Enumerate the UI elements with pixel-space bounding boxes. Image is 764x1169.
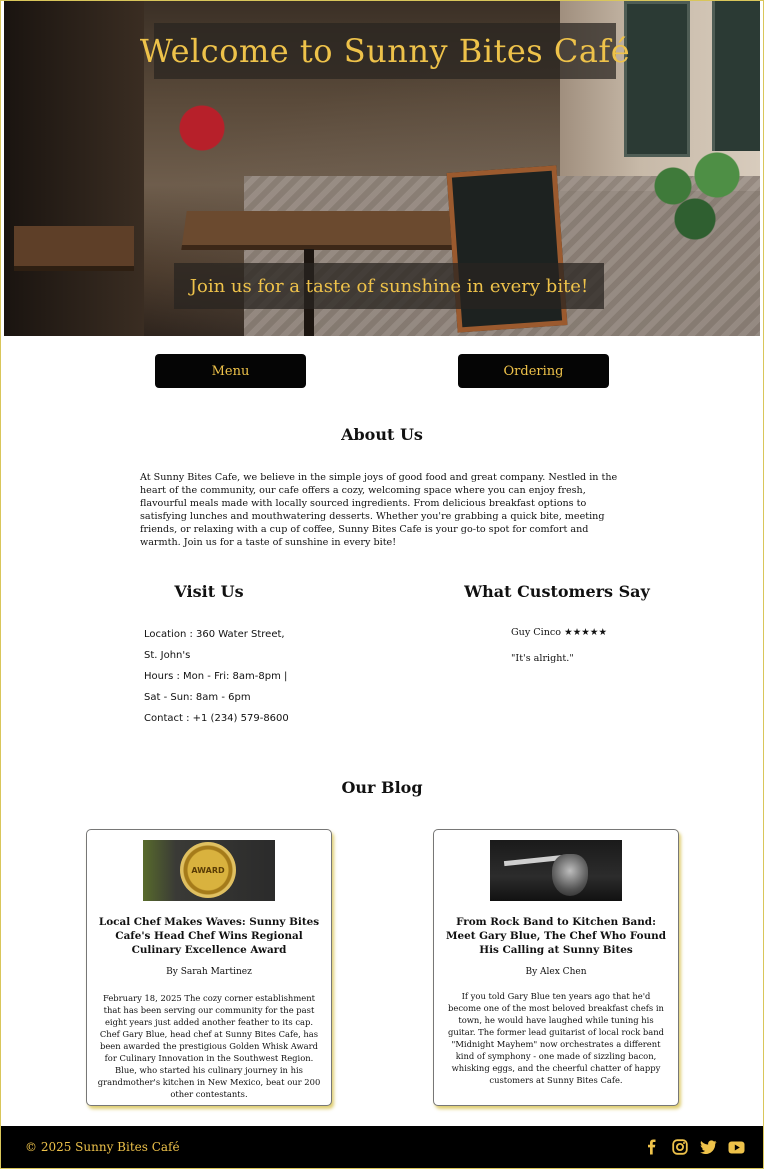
hero-title: Welcome to Sunny Bites Café bbox=[140, 23, 630, 79]
review-text: "It's alright." bbox=[511, 653, 574, 664]
blog-image-award: AWARD bbox=[143, 840, 275, 901]
hero-image-door-2 bbox=[712, 1, 760, 151]
facebook-icon[interactable] bbox=[644, 1139, 660, 1155]
blog-post-author: By Alex Chen bbox=[525, 967, 587, 977]
hero-image-building-left bbox=[4, 1, 144, 336]
contact-line: Contact : +1 (234) 579-8600 bbox=[144, 713, 289, 724]
hours-weekend: Sat - Sun: 8am - 6pm bbox=[144, 692, 251, 703]
hero-subtitle: Join us for a taste of sunshine in every… bbox=[174, 263, 604, 309]
review-author: Guy Cinco ★★★★★ bbox=[511, 627, 608, 638]
blog-image-guitarist bbox=[490, 840, 622, 901]
menu-button[interactable]: Menu bbox=[155, 354, 306, 388]
award-medal-icon: AWARD bbox=[180, 842, 236, 898]
about-title: About Us bbox=[341, 425, 423, 444]
blog-post-body: February 18, 2025 The cozy corner establ… bbox=[97, 993, 321, 1099]
copyright: © 2025 Sunny Bites Café bbox=[25, 1140, 180, 1154]
about-text: At Sunny Bites Cafe, we believe in the s… bbox=[140, 472, 618, 548]
page: Welcome to Sunny Bites Café Join us for … bbox=[0, 0, 764, 1169]
blog-card[interactable]: AWARD Local Chef Makes Waves: Sunny Bite… bbox=[86, 829, 332, 1106]
visit-details: Location : 360 Water Street, St. John's … bbox=[144, 627, 344, 732]
twitter-icon[interactable] bbox=[700, 1139, 717, 1155]
blog-post-body: If you told Gary Blue ten years ago that… bbox=[447, 991, 665, 1085]
footer: © 2025 Sunny Bites Café bbox=[1, 1126, 763, 1168]
blog-post-title[interactable]: From Rock Band to Kitchen Band: Meet Gar… bbox=[444, 915, 668, 957]
reviews-title: What Customers Say bbox=[464, 582, 650, 601]
blog-post-author: By Sarah Martinez bbox=[166, 967, 252, 977]
blog-title: Our Blog bbox=[341, 778, 423, 797]
hero-image-table-left bbox=[14, 226, 134, 271]
blog-post-title[interactable]: Local Chef Makes Waves: Sunny Bites Cafe… bbox=[97, 915, 321, 957]
instagram-icon[interactable] bbox=[672, 1139, 688, 1155]
hero-image-flowers bbox=[174, 96, 244, 176]
location-line: Location : 360 Water Street, bbox=[144, 629, 285, 640]
hours-weekday: Hours : Mon - Fri: 8am-8pm | bbox=[144, 671, 288, 682]
visit-title: Visit Us bbox=[174, 582, 244, 601]
hero-image-plants bbox=[640, 131, 750, 241]
location-city: St. John's bbox=[144, 650, 191, 661]
blog-card[interactable]: From Rock Band to Kitchen Band: Meet Gar… bbox=[433, 829, 679, 1106]
hero-image-table bbox=[181, 211, 477, 250]
ordering-button[interactable]: Ordering bbox=[458, 354, 609, 388]
hero-banner: Welcome to Sunny Bites Café Join us for … bbox=[4, 1, 760, 336]
youtube-icon[interactable] bbox=[728, 1141, 745, 1154]
guitarist-figure bbox=[552, 854, 588, 896]
